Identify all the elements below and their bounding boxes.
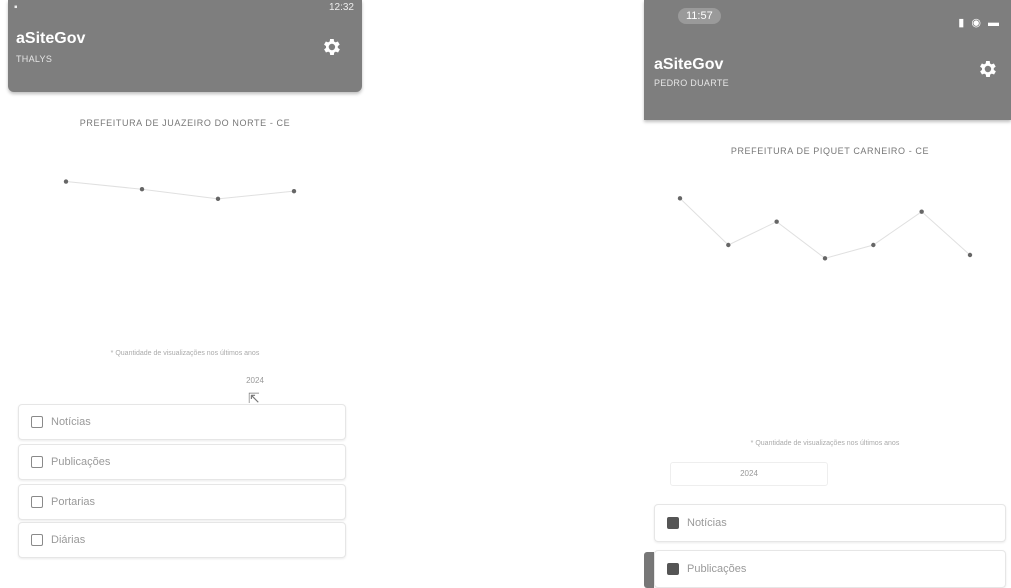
menu-label: Publicações [51, 456, 111, 468]
menu-item-publications[interactable]: Publicações [654, 550, 1006, 588]
news-icon [31, 416, 43, 428]
app-title: aSiteGov [654, 56, 724, 73]
data-point[interactable] [871, 242, 876, 248]
menu-item-publications[interactable]: Publicações [18, 444, 346, 480]
data-point[interactable] [919, 209, 924, 214]
publications-icon [31, 456, 43, 468]
signal-wifi-battery-icon: ▮ ◉ ▬ [958, 17, 1001, 29]
news-icon [667, 517, 679, 529]
chart-caption: * Quantidade de visualizações nos último… [110, 350, 260, 357]
data-point[interactable] [726, 242, 731, 248]
menu-label: Portarias [51, 496, 96, 508]
menu-item-daily-allowances[interactable]: Diárias [18, 522, 346, 558]
data-point[interactable] [139, 187, 145, 192]
year-selector[interactable]: 2024 [670, 462, 828, 486]
status-time: 11:57 [678, 8, 721, 24]
data-point[interactable] [822, 256, 828, 261]
menu-item-news[interactable]: Notícias [18, 404, 346, 440]
user-name: PEDRO DUARTE [654, 78, 729, 88]
series-line [679, 197, 971, 259]
data-point[interactable] [967, 252, 973, 258]
app-bar: 11:57 ▮ ◉ ▬ aSiteGov PEDRO DUARTE [644, 0, 1011, 120]
municipality-title: PREFEITURA DE PIQUET CARNEIRO - CE [730, 146, 930, 156]
app-title: aSiteGov [16, 30, 86, 47]
daily-allowances-icon [31, 534, 43, 546]
menu-label: Notícias [687, 517, 727, 529]
series-line [65, 181, 295, 200]
data-point[interactable] [774, 219, 779, 224]
chart-caption: * Quantidade de visualizações nos último… [750, 440, 900, 447]
menu-label: Publicações [687, 563, 747, 575]
views-line-chart [63, 179, 297, 202]
menu-item-news[interactable]: Notícias [654, 504, 1006, 542]
publications-icon [667, 563, 679, 575]
phone-left: 12:32 ▪ aSiteGov THALYS PREFEITURA DE JU… [0, 0, 362, 586]
menu-label: Diárias [51, 534, 86, 546]
phone-right: 11:57 ▮ ◉ ▬ aSiteGov PEDRO DUARTE PREFEI… [640, 0, 1011, 588]
settings-gear-icon[interactable] [976, 58, 998, 80]
app-bar: 12:32 ▪ aSiteGov THALYS [8, 0, 362, 92]
user-name: THALYS [16, 54, 53, 64]
ordinances-icon [31, 496, 43, 508]
data-point[interactable] [291, 188, 297, 194]
menu-item-ordinances[interactable]: Portarias [18, 484, 346, 520]
status-time: 12:32 [328, 2, 354, 13]
views-line-chart [677, 196, 973, 261]
data-point[interactable] [63, 179, 69, 184]
year-selector[interactable]: 2024 [230, 376, 280, 385]
data-point[interactable] [215, 196, 221, 202]
settings-gear-icon[interactable] [320, 36, 342, 58]
active-indicator [644, 552, 654, 588]
menu-label: Notícias [51, 416, 91, 428]
data-point[interactable] [677, 196, 683, 201]
notification-icon: ▪ [14, 2, 18, 13]
municipality-title: PREFEITURA DE JUAZEIRO DO NORTE - CE [79, 118, 291, 128]
